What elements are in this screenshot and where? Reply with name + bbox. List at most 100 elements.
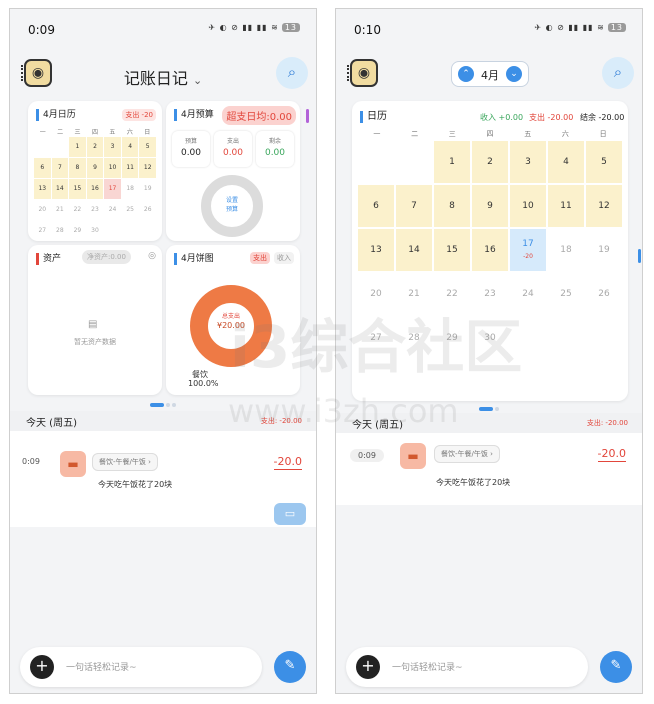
calendar-day[interactable]: 15 [434, 229, 470, 271]
calendar-day[interactable]: 13 [358, 229, 394, 271]
calendar-day[interactable]: 3 [510, 141, 546, 183]
calendar-day[interactable]: 5 [586, 141, 622, 183]
plus-icon[interactable]: + [30, 655, 54, 679]
calendar-day[interactable]: 14 [51, 179, 69, 199]
tab-income[interactable]: 收入 [274, 252, 294, 264]
calendar-day[interactable]: 12 [139, 158, 156, 178]
weekday-label: 三 [74, 129, 81, 136]
record-category[interactable]: 餐饮-午餐/午饭 › [92, 453, 158, 471]
calendar-day[interactable]: 22 [69, 200, 86, 220]
calendar-day[interactable]: 22 [434, 273, 470, 315]
calendar-day-number: 4 [563, 157, 569, 167]
calendar-day-number: 28 [408, 333, 420, 343]
calendar-day[interactable]: 29 [434, 317, 470, 359]
pie-donut[interactable]: 总支出 ¥20.00 [190, 285, 272, 367]
calendar-day[interactable]: 21 [52, 200, 69, 220]
day-label: 今天 (周五) [26, 418, 77, 429]
calendar-day[interactable]: 9 [472, 185, 508, 227]
calendar-day[interactable]: 27 [34, 221, 51, 241]
calendar-day[interactable]: 28 [52, 221, 69, 241]
calendar-card[interactable]: 日历 收入 +0.00 支出 -20.00 结余 -20.00 一二三四五六日 … [352, 101, 628, 401]
calendar-day[interactable]: 14 [396, 229, 432, 271]
calendar-day[interactable]: 16 [86, 179, 104, 199]
calendar-day-number: 30 [91, 227, 99, 234]
calendar-day[interactable]: 4 [548, 141, 584, 183]
calendar-day[interactable]: 27 [358, 317, 394, 359]
calendar-day[interactable]: 3 [104, 137, 121, 157]
edit-icon[interactable]: ✎ [274, 651, 306, 683]
calendar-day-number: 3 [110, 143, 115, 150]
month-selector[interactable]: ⌃ 4月 ⌄ [451, 61, 529, 87]
calendar-day[interactable]: 21 [396, 273, 432, 315]
calendar-day[interactable]: 11 [548, 185, 584, 227]
budget-card[interactable]: 4月预算 超支日均:0.00 预算 0.00 支出 0.00 剩余 0.00 设置 预算 [166, 101, 300, 241]
chevron-down-icon[interactable]: ⌄ [506, 66, 522, 82]
calendar-day[interactable]: 16 [472, 229, 508, 271]
calendar-day[interactable]: 17 [104, 179, 121, 199]
budget-stats: 预算 0.00 支出 0.00 剩余 0.00 [172, 131, 294, 167]
budget-ring[interactable]: 设置 预算 [201, 175, 263, 237]
calendar-day[interactable]: 5 [139, 137, 156, 157]
calendar-day[interactable]: 11 [121, 158, 139, 178]
calendar-day[interactable]: 28 [396, 317, 432, 359]
plus-icon[interactable]: + [356, 655, 380, 679]
calendar-day[interactable]: 23 [472, 273, 508, 315]
calendar-day[interactable]: 26 [586, 273, 622, 315]
calendar-day[interactable]: 18 [122, 179, 139, 199]
calendar-day[interactable]: 24 [510, 273, 546, 315]
calendar-day[interactable]: 10 [104, 158, 121, 178]
pie-card-title: 4月饼图 [174, 253, 214, 265]
app-title[interactable]: 记账日记 ⌄ [10, 65, 316, 89]
calendar-day[interactable]: 12 [586, 185, 622, 227]
calendar-day[interactable]: 6 [34, 158, 51, 178]
calendar-day[interactable]: 2 [472, 141, 508, 183]
calendar-day[interactable]: 13 [34, 179, 51, 199]
calendar-day[interactable]: 15 [69, 179, 86, 199]
chat-icon[interactable]: ▭ [274, 503, 306, 525]
notebook-icon[interactable]: ◉ [347, 59, 378, 87]
calendar-day[interactable]: 25 [548, 273, 584, 315]
calendar-day-number: 9 [93, 164, 97, 171]
calendar-day[interactable]: 10 [510, 185, 546, 227]
calendar-day[interactable]: 9 [86, 158, 104, 178]
tab-expense[interactable]: 支出 [250, 252, 270, 264]
search-icon[interactable]: ⌕ [602, 57, 634, 89]
search-icon[interactable]: ⌕ [276, 57, 308, 89]
calendar-day[interactable]: 7 [51, 158, 69, 178]
calendar-day[interactable]: 19 [586, 229, 622, 271]
calendar-day[interactable]: 20 [358, 273, 394, 315]
calendar-day[interactable]: 30 [87, 221, 104, 241]
calendar-day[interactable]: 17 -20 [510, 229, 546, 271]
calendar-day[interactable]: 29 [69, 221, 86, 241]
calendar-day[interactable]: 6 [358, 185, 394, 227]
record-category[interactable]: 餐饮-午餐/午饭 › [434, 445, 500, 463]
record-item[interactable]: 0:09 ▬ 餐饮-午餐/午饭 › -20.0 今天吃午饭花了20块 ▭ [10, 431, 316, 527]
quick-input-bar[interactable]: + 一句话轻松记录~ [20, 647, 262, 687]
eye-icon[interactable]: ◎ [148, 251, 156, 261]
calendar-day[interactable]: 25 [122, 200, 139, 220]
calendar-day[interactable]: 18 [548, 229, 584, 271]
calendar-day[interactable]: 26 [139, 200, 156, 220]
calendar-day[interactable]: 8 [434, 185, 470, 227]
calendar-day[interactable]: 2 [86, 137, 104, 157]
calendar-day[interactable]: 7 [396, 185, 432, 227]
calendar-day[interactable]: 1 [69, 137, 86, 157]
calendar-day[interactable]: 23 [87, 200, 104, 220]
calendar-day[interactable]: 19 [139, 179, 156, 199]
quick-input-placeholder: 一句话轻松记录~ [392, 663, 463, 673]
calendar-day[interactable]: 20 [34, 200, 51, 220]
calendar-day[interactable]: 4 [121, 137, 139, 157]
calendar-day[interactable]: 8 [69, 158, 86, 178]
calendar-day[interactable]: 30 [472, 317, 508, 359]
weekday-row: 一二三四五六日 [358, 129, 622, 139]
pie-card[interactable]: 4月饼图 支出 收入 总支出 ¥20.00 餐饮 100.0% [166, 245, 300, 395]
balance-summary: 结余 -20.00 [580, 113, 625, 122]
record-item[interactable]: 0:09 ▬ 餐饮-午餐/午饭 › -20.0 今天吃午饭花了20块 [336, 433, 642, 505]
calendar-day[interactable]: 1 [434, 141, 470, 183]
edit-icon[interactable]: ✎ [600, 651, 632, 683]
calendar-day[interactable]: 24 [104, 200, 121, 220]
assets-card[interactable]: 资产 净资产:0.00 ◎ ▤ 暂无资产数据 [28, 245, 162, 395]
quick-input-bar[interactable]: + 一句话轻松记录~ [346, 647, 588, 687]
calendar-card[interactable]: 4月日历 支出 -20 一二三四五六日 1 2 3 4 5 6 7 8 9 10 11 12 13 14 1… [28, 101, 162, 241]
weekday-label: 二 [411, 130, 419, 138]
